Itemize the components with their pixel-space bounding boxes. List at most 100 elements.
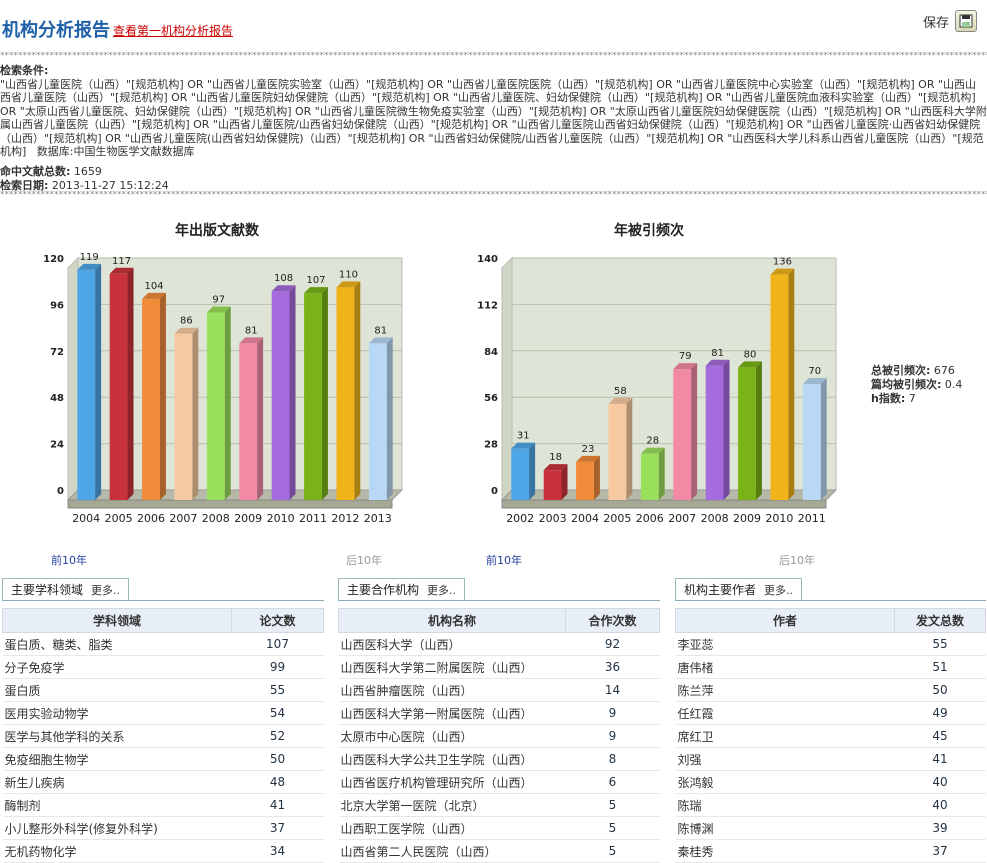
row-label[interactable]: 陈瑞 — [675, 793, 895, 817]
table-row[interactable]: 山西职工医学院（山西） 5 — [338, 816, 660, 840]
table-row[interactable]: 医用实验动物学 54 — [2, 701, 324, 725]
table-row[interactable]: 刘强 41 — [675, 747, 986, 771]
table-row[interactable]: 秦桂秀 37 — [675, 839, 986, 863]
bar-side — [561, 464, 568, 500]
table-row[interactable]: 陈博渊 39 — [675, 816, 986, 840]
x-tick-label: 2011 — [299, 512, 327, 525]
table-row[interactable]: 小儿整形外科学(修复外科学) 37 — [2, 816, 324, 840]
table-row[interactable]: 李亚蕊 55 — [675, 632, 986, 656]
row-label[interactable]: 医学与其他学科的关系 — [2, 724, 232, 748]
y-tick-label: 84 — [484, 347, 498, 358]
row-label[interactable]: 分子免疫学 — [2, 655, 232, 679]
table-row[interactable]: 山西医科大学公共卫生学院（山西） 8 — [338, 747, 660, 771]
total-cited-label: 总被引频次: — [871, 364, 931, 377]
row-label[interactable]: 北京大学第一医院（北京） — [338, 793, 566, 817]
bar — [368, 343, 387, 500]
more-link-subjects[interactable]: 更多.. — [91, 584, 120, 597]
table-row[interactable]: 任红霞 49 — [675, 701, 986, 725]
row-label[interactable]: 蛋白质 — [2, 678, 232, 702]
data-label: 31 — [517, 431, 530, 442]
row-count: 6 — [565, 770, 660, 794]
table-row[interactable]: 山西医科大学第二附属医院（山西） 36 — [338, 655, 660, 679]
row-label[interactable]: 医用实验动物学 — [2, 701, 232, 725]
column-header-institution: 机构名称 — [338, 608, 566, 633]
data-label: 18 — [549, 452, 562, 463]
data-label: 117 — [112, 256, 131, 267]
row-label[interactable]: 山西医科大学第二附属医院（山西） — [338, 655, 566, 679]
table-row[interactable]: 陈兰萍 50 — [675, 678, 986, 702]
row-label[interactable]: 席红卫 — [675, 724, 895, 748]
row-label[interactable]: 山西省第二人民医院（山西） — [338, 839, 566, 863]
row-count: 37 — [231, 816, 324, 840]
table-row[interactable]: 山西省医疗机构管理研究所（山西） 6 — [338, 770, 660, 794]
tab-subjects[interactable]: 主要学科领域 更多.. — [2, 578, 130, 601]
bar — [673, 369, 692, 500]
data-label: 70 — [808, 366, 821, 377]
table-row[interactable]: 陈瑞 40 — [675, 793, 986, 817]
row-label[interactable]: 蛋白质、糖类、脂类 — [2, 632, 232, 656]
bar-side — [386, 337, 393, 500]
row-count: 36 — [565, 655, 660, 679]
x-tick-label: 2003 — [539, 512, 567, 525]
table-row[interactable]: 太原市中心医院（山西） 9 — [338, 724, 660, 748]
x-tick-label: 2009 — [234, 512, 262, 525]
table-row[interactable]: 免疫细胞生物学 50 — [2, 747, 324, 771]
row-label[interactable]: 太原市中心医院（山西） — [338, 724, 566, 748]
data-label: 97 — [212, 294, 225, 305]
row-label[interactable]: 免疫细胞生物学 — [2, 747, 232, 771]
row-label[interactable]: 无机药物化学 — [2, 839, 232, 863]
more-link-authors[interactable]: 更多.. — [764, 584, 793, 597]
row-label[interactable]: 新生儿疾病 — [2, 770, 232, 794]
table-row[interactable]: 山西省第二人民医院（山西） 5 — [338, 839, 660, 863]
table-row[interactable]: 山西省肿瘤医院（山西） 14 — [338, 678, 660, 702]
table-row[interactable]: 无机药物化学 34 — [2, 839, 324, 863]
data-label: 110 — [339, 269, 358, 280]
row-label[interactable]: 刘强 — [675, 747, 895, 771]
tab-authors[interactable]: 机构主要作者 更多.. — [675, 578, 803, 601]
data-label: 58 — [614, 386, 627, 397]
more-link-partners[interactable]: 更多.. — [427, 584, 456, 597]
row-label[interactable]: 山西省肿瘤医院（山西） — [338, 678, 566, 702]
row-label[interactable]: 秦桂秀 — [675, 839, 895, 863]
row-label[interactable]: 张鸿毅 — [675, 770, 895, 794]
floppy-disk-icon — [955, 10, 977, 32]
x-tick-label: 2005 — [105, 512, 133, 525]
prev-10-years-link-publications[interactable]: 前10年 — [51, 552, 87, 568]
prev-10-years-link-citations[interactable]: 前10年 — [486, 552, 522, 568]
row-label[interactable]: 李亚蕊 — [675, 632, 895, 656]
row-label[interactable]: 山西医科大学公共卫生学院（山西） — [338, 747, 566, 771]
table-row[interactable]: 蛋白质 55 — [2, 678, 324, 702]
row-label[interactable]: 山西省医疗机构管理研究所（山西） — [338, 770, 566, 794]
tab-underline — [2, 600, 324, 601]
row-label[interactable]: 山西医科大学第一附属医院（山西） — [338, 701, 566, 725]
y-tick-label: 0 — [57, 486, 64, 497]
table-row[interactable]: 酶制剂 41 — [2, 793, 324, 817]
row-label[interactable]: 小儿整形外科学(修复外科学) — [2, 816, 232, 840]
table-row[interactable]: 席红卫 45 — [675, 724, 986, 748]
table-row[interactable]: 新生儿疾病 48 — [2, 770, 324, 794]
data-label: 119 — [80, 252, 99, 263]
y-tick-label: 96 — [50, 300, 64, 311]
table-row[interactable]: 北京大学第一医院（北京） 5 — [338, 793, 660, 817]
table-row[interactable]: 唐伟楮 51 — [675, 655, 986, 679]
row-label[interactable]: 酶制剂 — [2, 793, 232, 817]
row-label[interactable]: 陈博渊 — [675, 816, 895, 840]
tab-partners[interactable]: 主要合作机构 更多.. — [338, 578, 466, 601]
first-institution-report-link[interactable]: 查看第一机构分析报告 — [113, 22, 233, 39]
row-label[interactable]: 山西职工医学院（山西） — [338, 816, 566, 840]
table-row[interactable]: 医学与其他学科的关系 52 — [2, 724, 324, 748]
save-button[interactable]: 保存 — [923, 10, 977, 32]
row-label[interactable]: 唐伟楮 — [675, 655, 895, 679]
row-label[interactable]: 任红霞 — [675, 701, 895, 725]
table-row[interactable]: 蛋白质、糖类、脂类 107 — [2, 632, 324, 656]
table-row[interactable]: 山西医科大学（山西） 92 — [338, 632, 660, 656]
next-10-years-link-citations[interactable]: 后10年 — [779, 552, 815, 568]
table-row[interactable]: 山西医科大学第一附属医院（山西） 9 — [338, 701, 660, 725]
bar — [206, 312, 225, 500]
row-label[interactable]: 陈兰萍 — [675, 678, 895, 702]
y-tick-label: 120 — [43, 254, 64, 265]
table-row[interactable]: 张鸿毅 40 — [675, 770, 986, 794]
table-row[interactable]: 分子免疫学 99 — [2, 655, 324, 679]
row-label[interactable]: 山西医科大学（山西） — [338, 632, 566, 656]
next-10-years-link-publications[interactable]: 后10年 — [346, 552, 382, 568]
